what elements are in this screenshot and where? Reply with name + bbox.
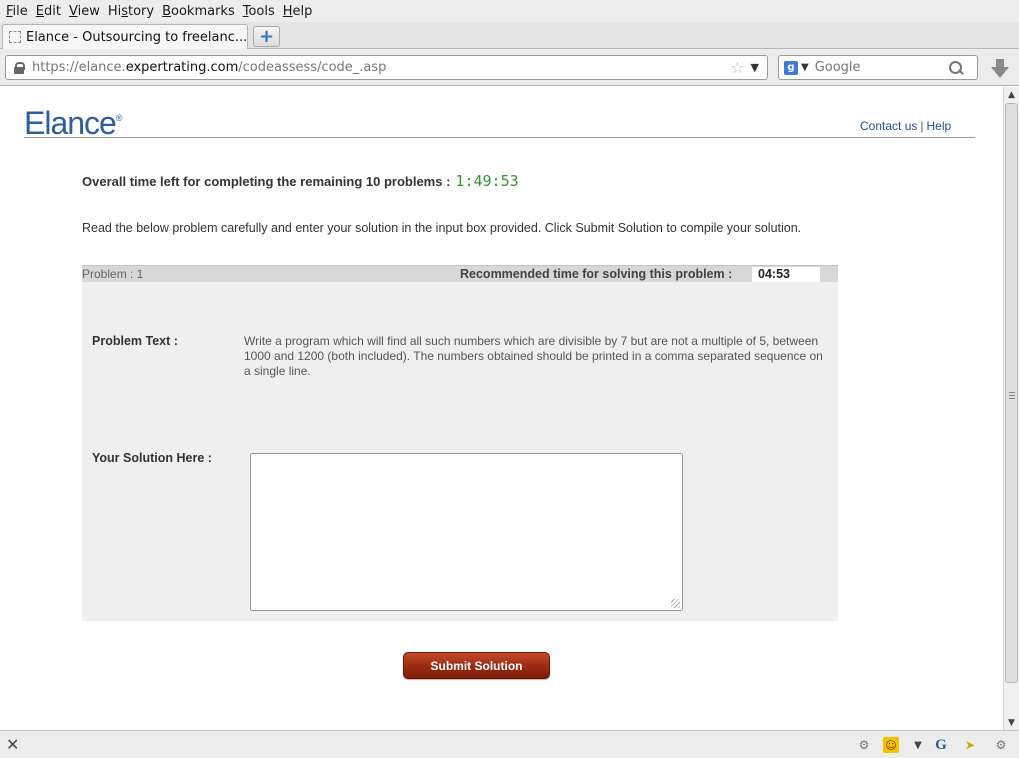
problem-text-label: Problem Text : bbox=[92, 334, 178, 348]
browser-tab[interactable]: Elance - Outsourcing to freelanc... bbox=[2, 24, 248, 49]
problem-panel: Problem : 1 Recommended time for solving… bbox=[82, 265, 838, 621]
problem-header: Problem : 1 Recommended time for solving… bbox=[82, 265, 838, 282]
download-arrow-icon bbox=[991, 66, 1009, 78]
problem-number: Problem : 1 bbox=[82, 267, 144, 281]
instructions-text: Read the below problem carefully and ent… bbox=[82, 221, 802, 235]
help-link[interactable]: Help bbox=[927, 119, 952, 133]
download-button[interactable] bbox=[988, 57, 1012, 79]
header-links: Contact us | Help bbox=[860, 119, 951, 133]
menu-bar: File Edit View History Bookmarks Tools H… bbox=[0, 0, 1019, 22]
addon-gear-icon[interactable]: ⚙ bbox=[856, 737, 872, 753]
menu-edit[interactable]: Edit bbox=[32, 4, 65, 19]
new-tab-button[interactable]: + bbox=[253, 26, 280, 47]
menu-help[interactable]: Help bbox=[279, 4, 317, 19]
addon-settings-icon[interactable]: ⚙ bbox=[993, 737, 1009, 753]
dropdown-arrow-icon[interactable]: ▼ bbox=[751, 61, 759, 74]
link-separator: | bbox=[920, 119, 924, 133]
menu-file[interactable]: File bbox=[2, 4, 32, 19]
tab-title: Elance - Outsourcing to freelanc... bbox=[25, 29, 247, 45]
scroll-up-icon[interactable]: ▲ bbox=[1004, 87, 1019, 102]
close-icon[interactable]: ✕ bbox=[6, 737, 19, 753]
plus-icon: + bbox=[258, 25, 275, 47]
header-divider bbox=[24, 137, 975, 138]
page-content: Elance® Contact us | Help Overall time lef… bbox=[0, 87, 1003, 730]
problem-text: Write a program which will find all such… bbox=[244, 334, 823, 378]
submit-solution-button[interactable]: Submit Solution bbox=[403, 652, 550, 679]
address-bar[interactable]: https://elance.expertrating.com/codeasse… bbox=[5, 55, 768, 80]
navigation-bar: https://elance.expertrating.com/codeasse… bbox=[0, 49, 1019, 86]
vertical-scrollbar[interactable]: ▲ ▼ bbox=[1003, 87, 1019, 730]
cursor-addon-icon[interactable]: ➤ bbox=[962, 737, 978, 753]
scroll-grip-icon bbox=[1009, 392, 1015, 399]
search-box: g ▼ bbox=[778, 55, 978, 80]
g-addon-icon[interactable]: G bbox=[933, 737, 949, 753]
textarea-resize-handle[interactable] bbox=[671, 599, 680, 608]
bookmark-star-icon[interactable]: ☆ bbox=[730, 58, 744, 77]
addon-bar: ✕ ⚙ ☺ ▼ G ➤ ⚙ bbox=[0, 730, 1019, 758]
page-favicon-icon bbox=[9, 31, 21, 43]
magnifier-icon[interactable] bbox=[948, 60, 963, 75]
time-left: Overall time left for completing the rem… bbox=[82, 172, 519, 190]
time-left-label: Overall time left for completing the rem… bbox=[82, 174, 451, 189]
engine-dropdown-icon[interactable]: ▼ bbox=[801, 62, 809, 73]
recommended-time-label: Recommended time for solving this proble… bbox=[460, 267, 733, 281]
search-input[interactable] bbox=[814, 60, 945, 75]
countdown-timer: 1:49:53 bbox=[455, 172, 519, 190]
recommended-time-value: 04:53 bbox=[752, 267, 820, 282]
google-engine-icon[interactable]: g bbox=[784, 60, 798, 75]
smiley-addon-icon[interactable]: ☺ bbox=[883, 737, 899, 753]
menu-view[interactable]: View bbox=[65, 4, 104, 19]
scroll-thumb[interactable] bbox=[1005, 103, 1018, 683]
contact-us-link[interactable]: Contact us bbox=[860, 119, 917, 133]
url-text[interactable]: https://elance.expertrating.com/codeasse… bbox=[32, 60, 730, 75]
menu-tools[interactable]: Tools bbox=[239, 4, 279, 19]
tab-strip: Elance - Outsourcing to freelanc... + bbox=[0, 22, 1019, 49]
lock-icon bbox=[14, 61, 25, 74]
menu-history[interactable]: History bbox=[104, 4, 158, 19]
scroll-down-icon[interactable]: ▼ bbox=[1004, 715, 1019, 730]
addon-dropdown-icon[interactable]: ▼ bbox=[910, 737, 926, 753]
solution-label: Your Solution Here : bbox=[92, 451, 212, 465]
menu-bookmarks[interactable]: Bookmarks bbox=[158, 4, 239, 19]
solution-textarea[interactable] bbox=[250, 453, 683, 611]
